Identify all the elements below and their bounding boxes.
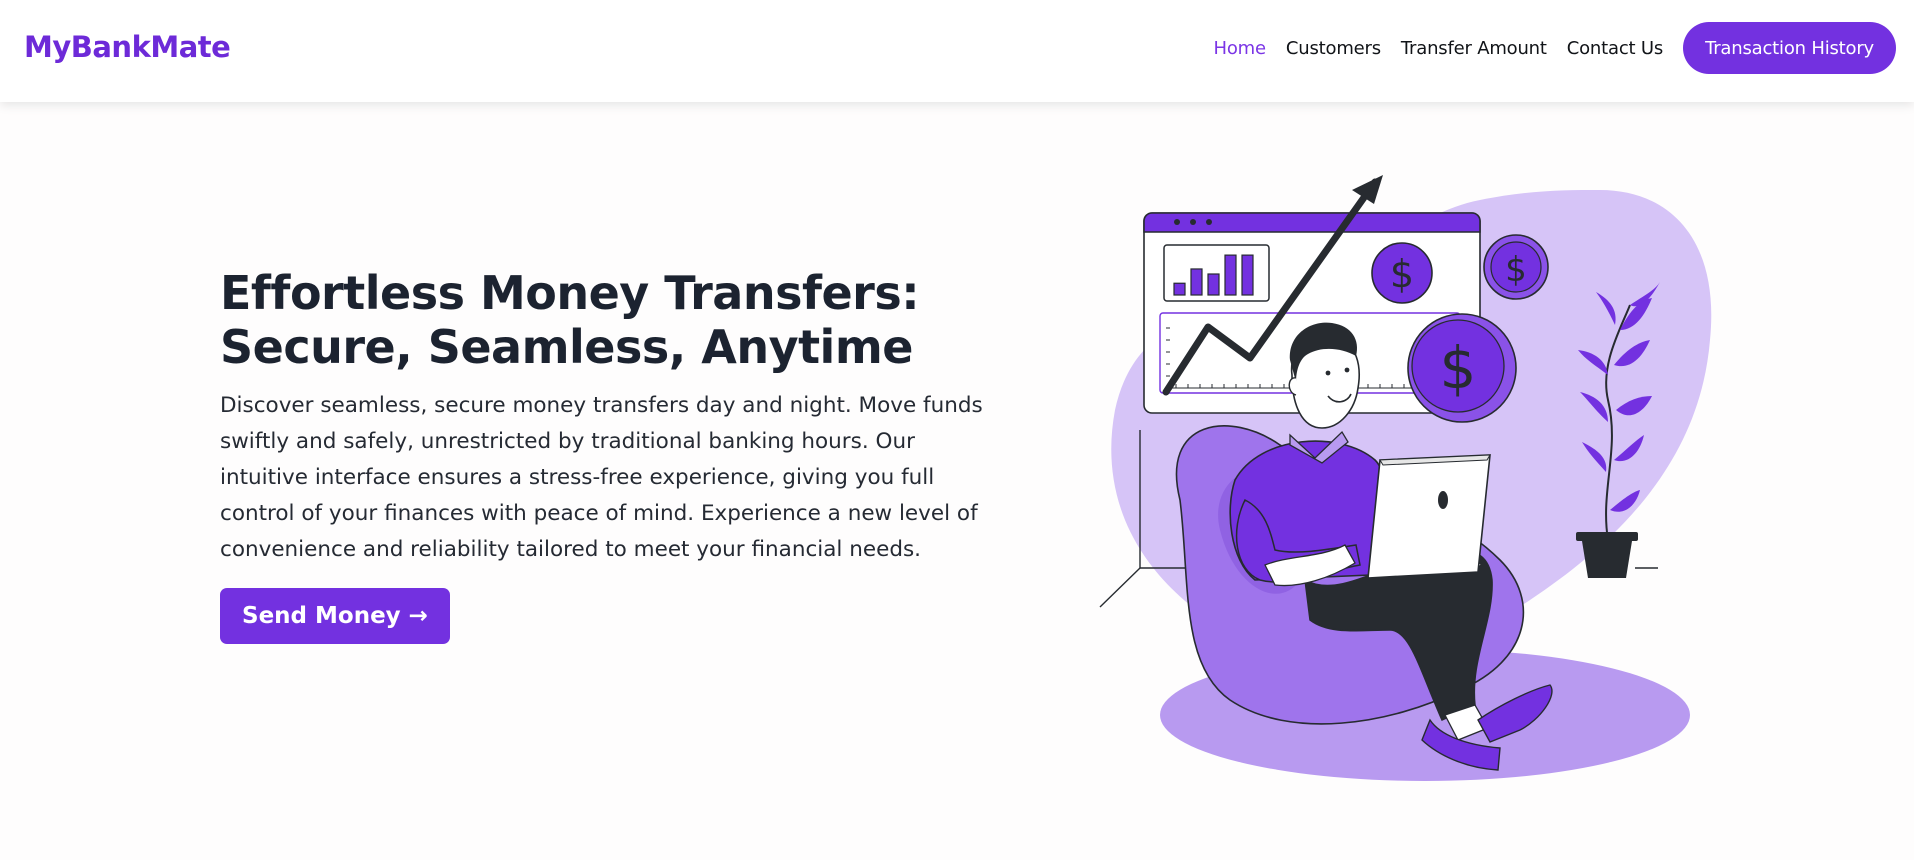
mini-bar [1173, 282, 1186, 296]
hero-title: Effortless Money Transfers: Secure, Seam… [220, 266, 920, 374]
transaction-history-button[interactable]: Transaction History [1683, 22, 1896, 74]
hero-section: Effortless Money Transfers: Secure, Seam… [220, 266, 1040, 644]
nav-contact-us-link[interactable]: Contact Us [1567, 38, 1664, 59]
nav-customers-link[interactable]: Customers [1286, 38, 1381, 59]
nav-home-link[interactable]: Home [1214, 38, 1267, 59]
mini-bar [1207, 273, 1220, 296]
hero-description: Discover seamless, secure money transfer… [220, 393, 983, 562]
send-money-label: Send Money [242, 603, 401, 629]
dollar-coin-large: $ [1407, 313, 1517, 423]
nav-transfer-amount-link[interactable]: Transfer Amount [1401, 38, 1547, 59]
mini-bar [1190, 268, 1203, 296]
brand-logo[interactable]: MyBankMate [24, 30, 231, 64]
mini-bar [1241, 254, 1254, 296]
coin-dollar-symbol-2: $ [1505, 250, 1527, 290]
navbar: MyBankMate Home Customers Transfer Amoun… [0, 0, 1914, 102]
dollar-coin-small: $ [1371, 242, 1433, 304]
coin-dollar-symbol-3: $ [1440, 334, 1477, 402]
arrow-right-icon: → [408, 603, 428, 629]
mini-bar [1224, 254, 1237, 296]
coin-dollar-symbol-1: $ [1390, 252, 1414, 296]
dollar-coin-top: $ [1483, 234, 1549, 300]
hero-illustration: $ $ $ [1060, 160, 1760, 800]
nav-links: Home Customers Transfer Amount Contact U… [1194, 22, 1896, 74]
finance-illustration-svg: $ $ $ [1099, 175, 1712, 781]
send-money-button[interactable]: Send Money → [220, 588, 450, 644]
